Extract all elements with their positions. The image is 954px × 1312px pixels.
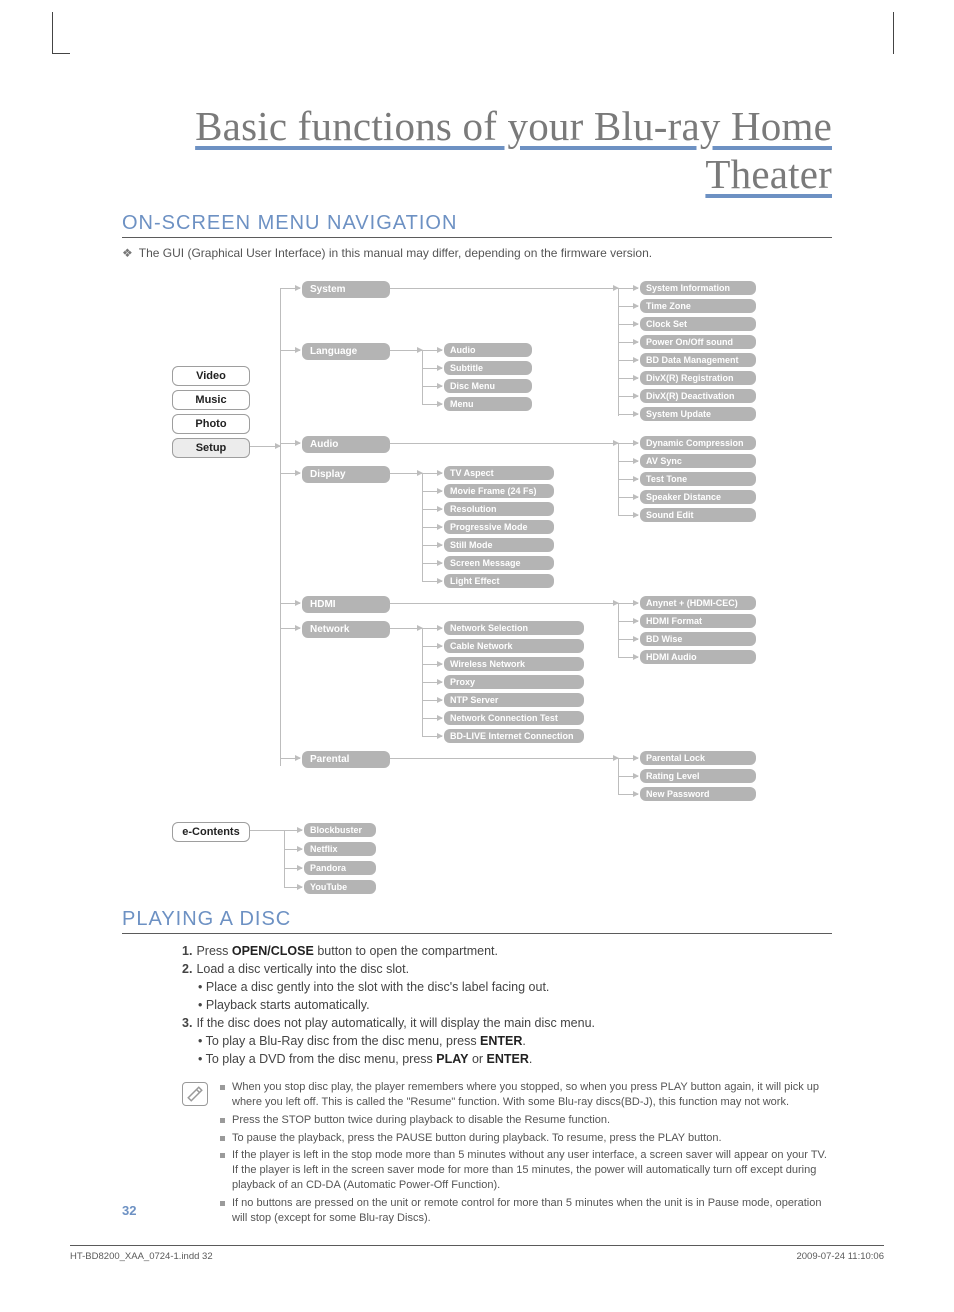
playing-steps: 1.Press OPEN/CLOSE button to open the co… xyxy=(122,944,832,1066)
pencil-note-icon xyxy=(182,1082,208,1106)
node-tvaspect: TV Aspect xyxy=(444,466,554,480)
node-lang-discmenu: Disc Menu xyxy=(444,379,532,393)
footer: HT-BD8200_XAA_0724-1.indd 32 2009-07-24 … xyxy=(70,1245,884,1262)
node-screenmsg: Screen Message xyxy=(444,556,554,570)
node-display: Display xyxy=(302,466,390,483)
node-network: Network xyxy=(302,621,390,638)
node-cable: Cable Network xyxy=(444,639,584,653)
node-netsel: Network Selection xyxy=(444,621,584,635)
node-conntest: Network Connection Test xyxy=(444,711,584,725)
node-system: System xyxy=(302,281,390,298)
node-bddata: BD Data Management xyxy=(640,353,756,367)
node-bdlive: BD-LIVE Internet Connection xyxy=(444,729,584,743)
node-anynet: Anynet + (HDMI-CEC) xyxy=(640,596,756,610)
node-clockset: Clock Set xyxy=(640,317,756,331)
node-blockbuster: Blockbuster xyxy=(304,823,376,837)
crop-mark xyxy=(893,12,894,54)
node-sysinfo: System Information xyxy=(640,281,756,295)
menu-diagram: Video Music Photo Setup e-Contents Syste… xyxy=(122,278,832,898)
node-newpass: New Password xyxy=(640,787,756,801)
node-lang-audio: Audio xyxy=(444,343,532,357)
note-item: If the player is left in the stop mode m… xyxy=(220,1148,832,1193)
node-timezone: Time Zone xyxy=(640,299,756,313)
node-wireless: Wireless Network xyxy=(444,657,584,671)
node-lang-subtitle: Subtitle xyxy=(444,361,532,375)
node-progressive: Progressive Mode xyxy=(444,520,554,534)
node-lang-menu: Menu xyxy=(444,397,532,411)
node-rating: Rating Level xyxy=(640,769,756,783)
node-hdmiaudio: HDMI Audio xyxy=(640,650,756,664)
crop-mark xyxy=(52,12,70,54)
node-stillmode: Still Mode xyxy=(444,538,554,552)
note-item: If no buttons are pressed on the unit or… xyxy=(220,1196,832,1226)
node-parental: Parental xyxy=(302,751,390,768)
note-item: When you stop disc play, the player reme… xyxy=(220,1080,832,1110)
node-resolution: Resolution xyxy=(444,502,554,516)
menu-music: Music xyxy=(172,390,250,410)
node-parlock: Parental Lock xyxy=(640,751,756,765)
page-number: 32 xyxy=(122,1203,136,1218)
gui-note: The GUI (Graphical User Interface) in th… xyxy=(122,246,832,260)
node-proxy: Proxy xyxy=(444,675,584,689)
node-pandora: Pandora xyxy=(304,861,376,875)
menu-photo: Photo xyxy=(172,414,250,434)
node-sysupdate: System Update xyxy=(640,407,756,421)
node-speakerdist: Speaker Distance xyxy=(640,490,756,504)
node-hdmiformat: HDMI Format xyxy=(640,614,756,628)
menu-video: Video xyxy=(172,366,250,386)
node-youtube: YouTube xyxy=(304,880,376,894)
node-audio: Audio xyxy=(302,436,390,453)
page-title: Basic functions of your Blu-ray Home The… xyxy=(122,102,832,198)
footer-file: HT-BD8200_XAA_0724-1.indd 32 xyxy=(70,1251,213,1262)
node-dyncomp: Dynamic Compression xyxy=(640,436,756,450)
menu-setup: Setup xyxy=(172,438,250,458)
note-item: To pause the playback, press the PAUSE b… xyxy=(220,1131,832,1146)
node-ntp: NTP Server xyxy=(444,693,584,707)
node-soundedit: Sound Edit xyxy=(640,508,756,522)
note-item: Press the STOP button twice during playb… xyxy=(220,1113,832,1128)
node-bdwise: BD Wise xyxy=(640,632,756,646)
info-notes: When you stop disc play, the player reme… xyxy=(182,1080,832,1229)
node-netflix: Netflix xyxy=(304,842,376,856)
node-testtone: Test Tone xyxy=(640,472,756,486)
section-heading-nav: ON-SCREEN MENU NAVIGATION xyxy=(122,212,832,238)
node-poweronoff: Power On/Off sound xyxy=(640,335,756,349)
node-language: Language xyxy=(302,343,390,360)
section-heading-playing: PLAYING A DISC xyxy=(122,908,832,934)
menu-econtents: e-Contents xyxy=(172,822,250,842)
node-hdmi: HDMI xyxy=(302,596,390,613)
node-movieframe: Movie Frame (24 Fs) xyxy=(444,484,554,498)
node-divxreg: DivX(R) Registration xyxy=(640,371,756,385)
node-avsync: AV Sync xyxy=(640,454,756,468)
node-lighteffect: Light Effect xyxy=(444,574,554,588)
footer-timestamp: 2009-07-24 11:10:06 xyxy=(796,1251,884,1262)
node-divxdeact: DivX(R) Deactivation xyxy=(640,389,756,403)
